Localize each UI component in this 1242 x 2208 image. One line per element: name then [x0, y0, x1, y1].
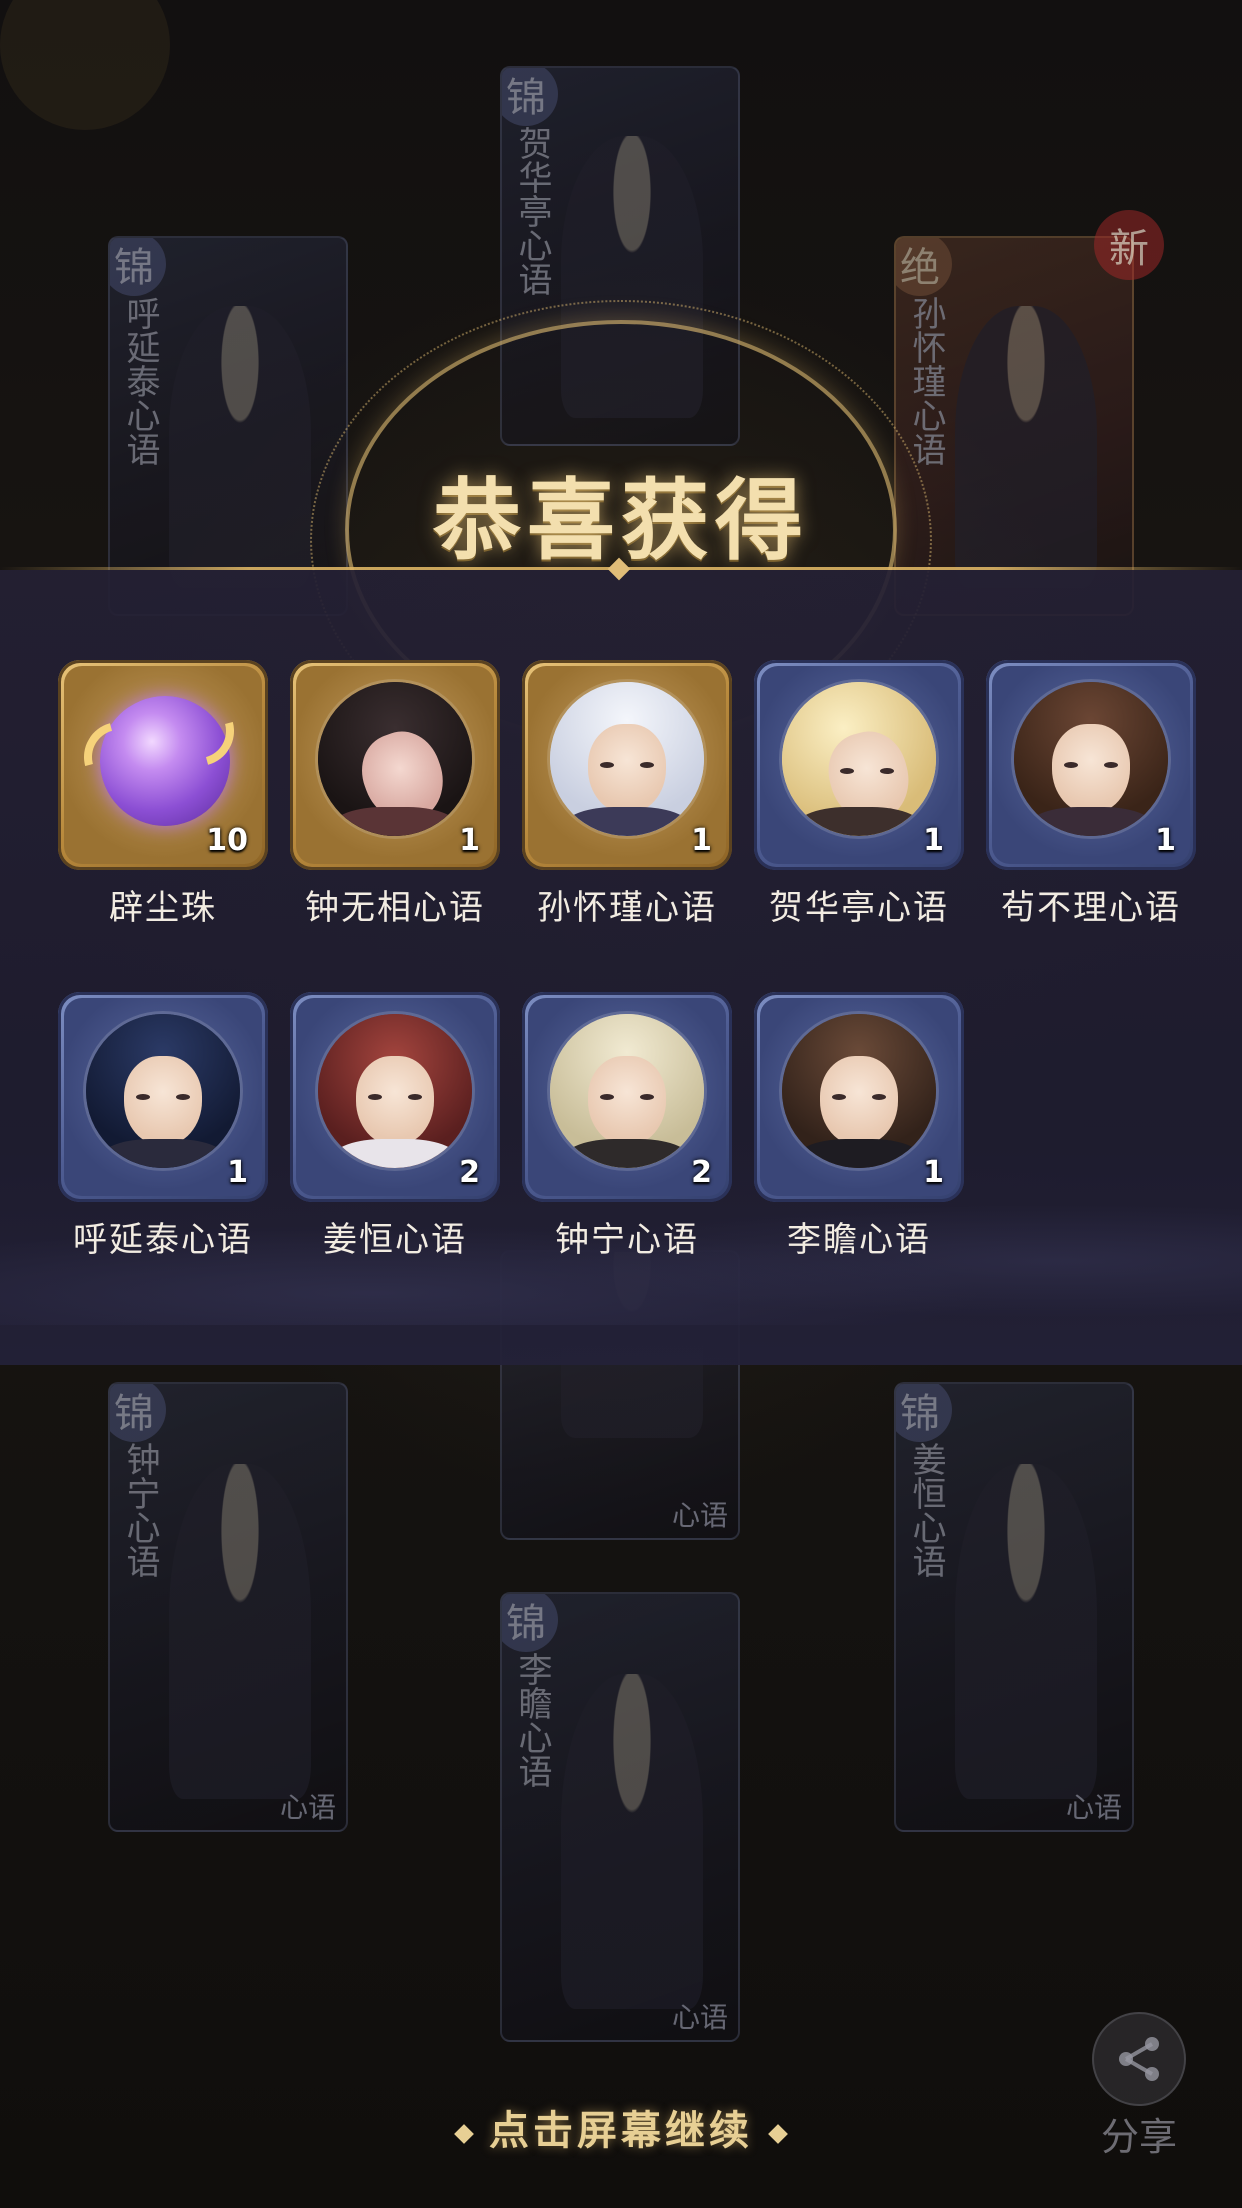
item-frame: 2 [522, 992, 732, 1202]
bg-card-lizhan: 锦 李瞻心语 心语 [500, 1592, 740, 2042]
page-title: 恭喜获得 [432, 468, 809, 572]
character-portrait [1014, 682, 1168, 836]
character-figure [955, 1464, 1097, 1799]
item-frame: 1 [754, 660, 964, 870]
reward-item-huyantai[interactable]: 1 呼延泰心语 [58, 992, 268, 1260]
continue-label: 点击屏幕继续 [489, 2107, 753, 2154]
character-portrait [86, 1014, 240, 1168]
item-count: 1 [459, 823, 480, 858]
diamond-icon [768, 2124, 788, 2144]
item-label: 姜恒心语 [323, 1220, 467, 1260]
item-count: 2 [459, 1155, 480, 1190]
reward-item-jiangheng[interactable]: 2 姜恒心语 [290, 992, 500, 1260]
item-label: 贺华亭心语 [769, 888, 949, 928]
bg-card-zhongning: 锦 钟宁心语 心语 [108, 1382, 348, 1832]
character-portrait [782, 1014, 936, 1168]
rank-badge: 锦 [110, 1384, 166, 1442]
item-label: 孙怀瑾心语 [537, 888, 717, 928]
item-count: 1 [1155, 823, 1176, 858]
bg-card-jiangheng: 锦 姜恒心语 心语 [894, 1382, 1134, 1832]
card-vertical-name: 贺华亭心语 [512, 126, 552, 296]
rank-badge: 绝 [896, 238, 952, 296]
card-footer-label: 心语 [279, 1791, 336, 1824]
character-portrait [318, 682, 472, 836]
character-figure [169, 1464, 311, 1799]
share-label[interactable]: 分享 [1092, 2106, 1186, 2161]
character-portrait [782, 682, 936, 836]
item-frame: 10 [58, 660, 268, 870]
character-figure [561, 1674, 703, 2009]
item-label: 李瞻心语 [787, 1220, 931, 1260]
rank-badge: 锦 [502, 68, 558, 126]
share-button[interactable] [1092, 2012, 1186, 2106]
card-vertical-name: 孙怀瑾心语 [906, 296, 946, 466]
item-count: 10 [206, 823, 248, 858]
rank-badge: 锦 [502, 1594, 558, 1652]
reward-item-bichenzhu[interactable]: 10 辟尘珠 [58, 660, 268, 928]
rank-badge: 锦 [896, 1384, 952, 1442]
title-divider [0, 567, 1242, 570]
item-label: 辟尘珠 [109, 888, 217, 928]
item-label: 茍不理心语 [1001, 888, 1181, 928]
item-label: 钟宁心语 [555, 1220, 699, 1260]
card-vertical-name: 李瞻心语 [512, 1652, 552, 1788]
item-label: 呼延泰心语 [73, 1220, 253, 1260]
character-portrait [550, 682, 704, 836]
card-footer-label: 心语 [671, 1499, 728, 1532]
reward-item-zhongning[interactable]: 2 钟宁心语 [522, 992, 732, 1260]
card-vertical-name: 钟宁心语 [120, 1442, 160, 1578]
item-count: 1 [923, 1155, 944, 1190]
character-portrait [318, 1014, 472, 1168]
share-icon [1119, 2037, 1159, 2081]
item-count: 1 [691, 823, 712, 858]
reward-item-zhongwuxiang[interactable]: 1 钟无相心语 [290, 660, 500, 928]
card-footer-label: 心语 [671, 2001, 728, 2034]
background-decor-circle [0, 0, 170, 130]
item-count: 2 [691, 1155, 712, 1190]
tap-to-continue[interactable]: 点击屏幕继续 [0, 2098, 1242, 2156]
item-frame: 1 [754, 992, 964, 1202]
reward-item-goubuli[interactable]: 1 茍不理心语 [986, 660, 1196, 928]
item-frame: 1 [522, 660, 732, 870]
item-frame: 1 [58, 992, 268, 1202]
card-vertical-name: 姜恒心语 [906, 1442, 946, 1578]
item-count: 1 [227, 1155, 248, 1190]
reward-item-hehuating[interactable]: 1 贺华亭心语 [754, 660, 964, 928]
character-portrait [550, 1014, 704, 1168]
card-footer-label: 心语 [1065, 1791, 1122, 1824]
diamond-icon [454, 2124, 474, 2144]
item-frame: 1 [986, 660, 1196, 870]
new-tag: 新 [1094, 210, 1164, 280]
reward-item-lizhan[interactable]: 1 李瞻心语 [754, 992, 964, 1260]
rank-badge: 锦 [110, 238, 166, 296]
card-vertical-name: 呼延泰心语 [120, 296, 160, 466]
item-label: 钟无相心语 [305, 888, 485, 928]
reward-item-sunhuaijin[interactable]: 1 孙怀瑾心语 [522, 660, 732, 928]
item-frame: 2 [290, 992, 500, 1202]
item-frame: 1 [290, 660, 500, 870]
item-count: 1 [923, 823, 944, 858]
